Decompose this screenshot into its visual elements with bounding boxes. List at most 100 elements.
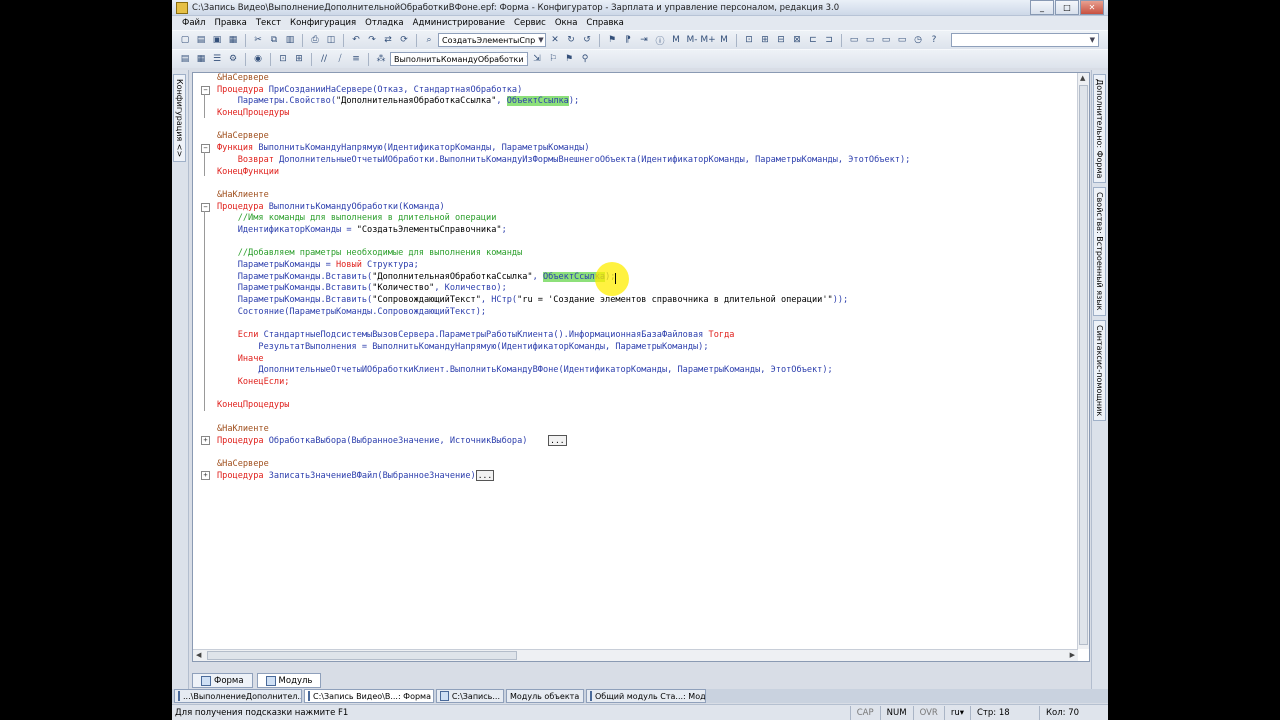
tool-icon-3[interactable]: ⊟ (774, 33, 788, 47)
window-tab-5[interactable]: Общий модуль Ста...: Модуль (586, 689, 706, 703)
fold-toggle-icon[interactable]: − (201, 144, 210, 154)
bookmark-icon[interactable]: ⚑ (605, 33, 619, 47)
find-next-icon[interactable]: ↻ (564, 33, 578, 47)
scroll-right-icon[interactable]: ▶ (1070, 651, 1075, 659)
global-search-combo[interactable]: ▼ (951, 33, 1099, 47)
expand-icon[interactable]: ⊞ (292, 52, 306, 66)
vertical-scrollbar[interactable]: ▲ (1077, 73, 1089, 649)
menu-file[interactable]: Файл (182, 18, 205, 28)
vertical-scroll-thumb[interactable] (1079, 85, 1088, 645)
maximize-button[interactable]: □ (1055, 0, 1079, 15)
comment-icon[interactable]: // (317, 52, 331, 66)
window-icon-3[interactable]: ▭ (879, 33, 893, 47)
window-tab-1[interactable]: ...\ВыполнениеДополнител... (174, 689, 302, 703)
tool-icon-4[interactable]: ⊠ (790, 33, 804, 47)
close-button[interactable]: ✕ (1080, 0, 1104, 15)
bookmark-prev-icon[interactable]: ⚑ (562, 52, 576, 66)
undo-icon[interactable]: ↶ (349, 33, 363, 47)
menu-windows[interactable]: Окна (555, 18, 578, 28)
fold-toggle-icon[interactable]: + (201, 471, 210, 481)
format-icon[interactable]: ⁋ (621, 33, 635, 47)
tool-icon-5[interactable]: ⊏ (806, 33, 820, 47)
menu-service[interactable]: Сервис (514, 18, 546, 28)
tab-form-label: Форма (214, 675, 244, 686)
form-icon[interactable]: ▦ (194, 52, 208, 66)
module-icon[interactable]: ▤ (178, 52, 192, 66)
bookmark-next-icon[interactable]: ⚐ (546, 52, 560, 66)
status-language[interactable]: ru ▾ (943, 706, 970, 720)
move-icon[interactable]: ⇄ (381, 33, 395, 47)
window-icon-4[interactable]: ▭ (895, 33, 909, 47)
tab-form[interactable]: Форма (192, 673, 253, 688)
right-tab-additional-form[interactable]: Дополнительно: Форма (1093, 74, 1106, 184)
collapsed-block-marker[interactable]: ... (548, 435, 567, 447)
preview-icon[interactable]: ◫ (324, 33, 338, 47)
block-icon[interactable]: ⊡ (276, 52, 290, 66)
code-line: Если СтандартныеПодсистемыВызовСервера.П… (217, 330, 1077, 342)
right-tab-syntax-helper[interactable]: Синтаксис-помощник (1093, 319, 1106, 422)
list-icon[interactable]: ☰ (210, 52, 224, 66)
find-prev-icon[interactable]: ↺ (580, 33, 594, 47)
window-tab-3[interactable]: C:\Запись... (436, 689, 504, 703)
print-icon[interactable]: ⎙ (308, 33, 322, 47)
menu-configuration[interactable]: Конфигурация (290, 18, 356, 28)
menu-administration[interactable]: Администрирование (413, 18, 505, 28)
window-icon-1[interactable]: ▭ (847, 33, 861, 47)
menu-debug[interactable]: Отладка (365, 18, 404, 28)
m-minus-button[interactable]: M- (685, 33, 699, 47)
collapsed-block-marker[interactable]: ... (475, 470, 495, 482)
indent-icon[interactable]: ⇥ (637, 33, 651, 47)
tool-icon-2[interactable]: ⊞ (758, 33, 772, 47)
search-combo[interactable]: СоздатьЭлементыСпр ▼ (438, 33, 546, 47)
code-line: Иначе (217, 354, 1077, 366)
copy-icon[interactable]: ⧉ (267, 33, 281, 47)
scroll-left-icon[interactable]: ◀ (196, 651, 201, 659)
tab-module[interactable]: Модуль (256, 673, 322, 688)
new-icon[interactable]: ▢ (178, 33, 192, 47)
format-block-icon[interactable]: ≡ (349, 52, 363, 66)
window-tab-2[interactable]: C:\Запись Видео\В...: Форма (304, 689, 434, 703)
scroll-up-icon[interactable]: ▲ (1080, 74, 1085, 82)
clear-search-icon[interactable]: ✕ (548, 33, 562, 47)
toolbar-separator (245, 33, 246, 47)
cut-icon[interactable]: ✂ (251, 33, 265, 47)
horizontal-scroll-thumb[interactable] (207, 651, 517, 660)
horizontal-scrollbar[interactable]: ◀ ▶ (193, 649, 1078, 661)
menu-text[interactable]: Текст (256, 18, 281, 28)
window-icon-2[interactable]: ▭ (863, 33, 877, 47)
menu-edit[interactable]: Правка (214, 18, 246, 28)
find-icon[interactable]: ⌕ (422, 33, 436, 47)
fold-toggle-icon[interactable]: − (201, 202, 210, 212)
code-editor[interactable]: &НаСервере − Процедура ПриСозданииНаСерве… (192, 72, 1090, 662)
save-all-icon[interactable]: ▦ (226, 33, 240, 47)
paste-icon[interactable]: ▥ (283, 33, 297, 47)
menu-help[interactable]: Справка (586, 18, 623, 28)
uncomment-icon[interactable]: ⧸ (333, 52, 347, 66)
clock-icon[interactable]: ◷ (911, 33, 925, 47)
tool-icon-6[interactable]: ⊐ (822, 33, 836, 47)
procedure-icon[interactable]: ⁂ (374, 52, 388, 66)
go-to-icon[interactable]: ⇲ (530, 52, 544, 66)
window-tab-4[interactable]: Модуль объекта (506, 689, 584, 703)
m-button[interactable]: M (669, 33, 683, 47)
sync-icon[interactable]: ⟳ (397, 33, 411, 47)
m-plus-button[interactable]: M+ (700, 33, 715, 47)
open-icon[interactable]: ▤ (194, 33, 208, 47)
help-icon[interactable]: ? (927, 33, 941, 47)
syntax-check-icon[interactable]: ⚙ (226, 52, 240, 66)
info-icon[interactable]: ⓘ (653, 33, 667, 47)
m-dropdown-button[interactable]: M (717, 33, 731, 47)
tool-icon-1[interactable]: ⊡ (742, 33, 756, 47)
fold-toggle-icon[interactable]: − (201, 85, 210, 95)
minimize-button[interactable]: _ (1030, 0, 1054, 15)
debug-icon[interactable]: ◉ (251, 52, 265, 66)
code-area[interactable]: &НаСервере − Процедура ПриСозданииНаСерве… (201, 73, 1077, 482)
right-tab-properties-language[interactable]: Свойства: Встроенный язык (1093, 187, 1106, 316)
configuration-panel-tab[interactable]: Конфигурация <> (173, 74, 186, 163)
redo-icon[interactable]: ↷ (365, 33, 379, 47)
procedure-combo[interactable]: ВыполнитьКомандуОбработки ▼ (390, 52, 528, 66)
save-icon[interactable]: ▣ (210, 33, 224, 47)
bookmark-clear-icon[interactable]: ⚲ (578, 52, 592, 66)
status-num: NUM (879, 706, 913, 720)
fold-toggle-icon[interactable]: + (201, 436, 210, 446)
